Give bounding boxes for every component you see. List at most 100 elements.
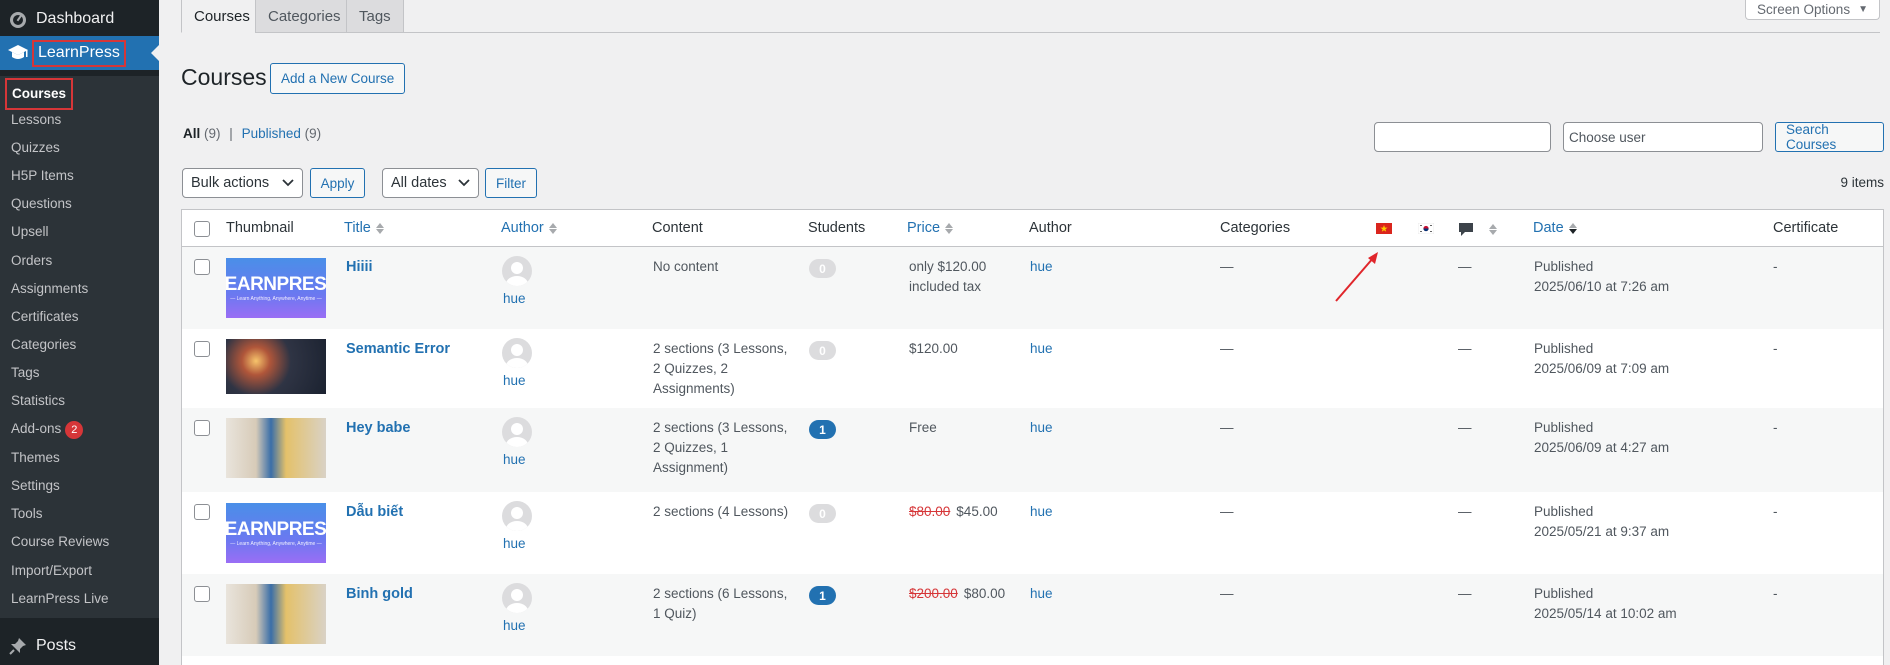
- filter-button[interactable]: Filter: [485, 168, 537, 198]
- col-date[interactable]: Date: [1533, 220, 1577, 236]
- row-checkbox[interactable]: [194, 420, 210, 436]
- select-all-checkbox[interactable]: [194, 221, 210, 237]
- author-link[interactable]: hue: [1030, 257, 1053, 277]
- row-checkbox[interactable]: [194, 586, 210, 602]
- vietnam-flag-icon[interactable]: [1376, 223, 1392, 234]
- row-checkbox[interactable]: [194, 259, 210, 275]
- sidebar-item-certificates[interactable]: Certificates: [11, 308, 79, 326]
- row-checkbox[interactable]: [194, 504, 210, 520]
- search-courses-button[interactable]: Search Courses: [1775, 122, 1884, 152]
- sidebar-item-lessons[interactable]: Lessons: [11, 111, 61, 129]
- avatar: [502, 338, 532, 368]
- tab-tags[interactable]: Tags: [346, 0, 404, 33]
- comments-icon[interactable]: [1458, 222, 1497, 237]
- apply-button[interactable]: Apply: [310, 168, 365, 198]
- course-title-link[interactable]: Hiiii: [346, 257, 373, 277]
- chevron-down-icon: [458, 175, 470, 191]
- course-title-link[interactable]: Binh gold: [346, 584, 413, 604]
- students-count-badge: 1: [809, 420, 836, 439]
- author-link[interactable]: hue: [1030, 584, 1053, 604]
- course-certificate: -: [1773, 341, 1778, 356]
- course-price: $80.00 $45.00: [909, 502, 998, 522]
- author-link[interactable]: hue: [503, 289, 526, 309]
- menu-dashboard[interactable]: Dashboard: [0, 1, 159, 37]
- sidebar-item-assignments[interactable]: Assignments: [11, 280, 88, 298]
- sidebar-item-learnpress-live[interactable]: LearnPress Live: [11, 590, 109, 608]
- sidebar-item-courses[interactable]: Courses: [5, 78, 74, 110]
- course-certificate: -: [1773, 504, 1778, 519]
- bulk-actions-value: Bulk actions: [191, 175, 270, 191]
- course-certificate: -: [1773, 259, 1778, 274]
- course-price: $200.00 $80.00: [909, 584, 1005, 604]
- sidebar-item-questions[interactable]: Questions: [11, 195, 72, 213]
- sidebar-item-tags[interactable]: Tags: [11, 364, 40, 382]
- avatar: [502, 501, 532, 531]
- col-content: Content: [652, 220, 703, 236]
- course-title-link[interactable]: Semantic Error: [346, 339, 450, 359]
- search-input[interactable]: [1374, 122, 1551, 152]
- sort-icon: [945, 222, 954, 234]
- view-published[interactable]: Published (9): [242, 126, 322, 141]
- sidebar-item-upsell[interactable]: Upsell: [11, 223, 49, 241]
- course-date: Published 2025/06/09 at 7:09 am: [1534, 341, 1670, 376]
- menu-learnpress[interactable]: LearnPress: [0, 36, 159, 70]
- avatar: [502, 256, 532, 286]
- course-thumbnail[interactable]: [226, 584, 326, 644]
- view-all[interactable]: All (9): [183, 126, 221, 141]
- tab-categories[interactable]: Categories: [255, 0, 354, 33]
- sidebar-item-tools[interactable]: Tools: [11, 505, 43, 523]
- pushpin-icon: [0, 637, 36, 655]
- sidebar-item-h5p-items[interactable]: H5P Items: [11, 167, 74, 185]
- course-thumbnail[interactable]: LEARNPRESS— Learn Anything, Anywhere, An…: [226, 503, 326, 563]
- korea-flag-icon[interactable]: [1418, 223, 1434, 234]
- author-link[interactable]: hue: [1030, 339, 1053, 359]
- dates-select[interactable]: All dates: [382, 168, 479, 198]
- course-certificate: -: [1773, 586, 1778, 601]
- course-content: 2 sections (4 Lessons): [653, 504, 789, 519]
- sidebar-item-categories[interactable]: Categories: [11, 336, 76, 354]
- col-title[interactable]: Title: [344, 220, 384, 236]
- choose-user-select[interactable]: Choose user: [1563, 122, 1763, 152]
- author-link[interactable]: hue: [1030, 418, 1053, 438]
- course-thumbnail[interactable]: [226, 339, 326, 394]
- col-author[interactable]: Author: [501, 220, 557, 236]
- col-author-2: Author: [1029, 220, 1072, 236]
- add-new-course-button[interactable]: Add a New Course: [270, 63, 406, 94]
- students-count-badge: 1: [809, 586, 836, 605]
- sidebar-item-statistics[interactable]: Statistics: [11, 392, 65, 410]
- col-price[interactable]: Price: [907, 220, 954, 236]
- tabs-divider: [181, 32, 1880, 33]
- learnpress-submenu: Courses Lessons Quizzes H5P Items Questi…: [0, 76, 159, 618]
- author-link[interactable]: hue: [503, 371, 526, 391]
- menu-posts[interactable]: Posts: [0, 628, 159, 664]
- sidebar-item-orders[interactable]: Orders: [11, 252, 52, 270]
- author-link[interactable]: hue: [503, 450, 526, 470]
- col-thumbnail: Thumbnail: [226, 220, 294, 236]
- author-link[interactable]: hue: [503, 534, 526, 554]
- sidebar-item-add-ons[interactable]: Add-ons 2: [11, 420, 84, 439]
- tab-courses[interactable]: Courses: [181, 0, 263, 33]
- author-link[interactable]: hue: [503, 616, 526, 636]
- views-separator: |: [229, 126, 233, 141]
- course-certificate: -: [1773, 420, 1778, 435]
- sidebar-item-quizzes[interactable]: Quizzes: [11, 139, 60, 157]
- update-count-badge: 2: [65, 421, 84, 439]
- course-thumbnail[interactable]: LEARNPRESS— Learn Anything, Anywhere, An…: [226, 258, 326, 318]
- course-content: No content: [653, 259, 719, 274]
- course-title-link[interactable]: Hey babe: [346, 418, 410, 438]
- sidebar-item-settings[interactable]: Settings: [11, 477, 60, 495]
- bulk-actions-select[interactable]: Bulk actions: [182, 168, 303, 198]
- course-title-link[interactable]: Dẫu biết: [346, 502, 403, 522]
- course-thumbnail[interactable]: [226, 418, 326, 478]
- sidebar-item-course-reviews[interactable]: Course Reviews: [11, 533, 109, 551]
- menu-dashboard-label: Dashboard: [36, 10, 115, 27]
- row-checkbox[interactable]: [194, 341, 210, 357]
- caret-down-icon: ▼: [1858, 4, 1868, 15]
- course-categories: —: [1220, 341, 1234, 356]
- sidebar-item-themes[interactable]: Themes: [11, 449, 60, 467]
- sidebar-item-import-export[interactable]: Import/Export: [11, 562, 92, 580]
- screen-options-button[interactable]: Screen Options ▼: [1745, 0, 1880, 20]
- col-certificate: Certificate: [1773, 220, 1839, 236]
- table-header: Thumbnail Title Author Content Students …: [182, 210, 1883, 247]
- author-link[interactable]: hue: [1030, 502, 1053, 522]
